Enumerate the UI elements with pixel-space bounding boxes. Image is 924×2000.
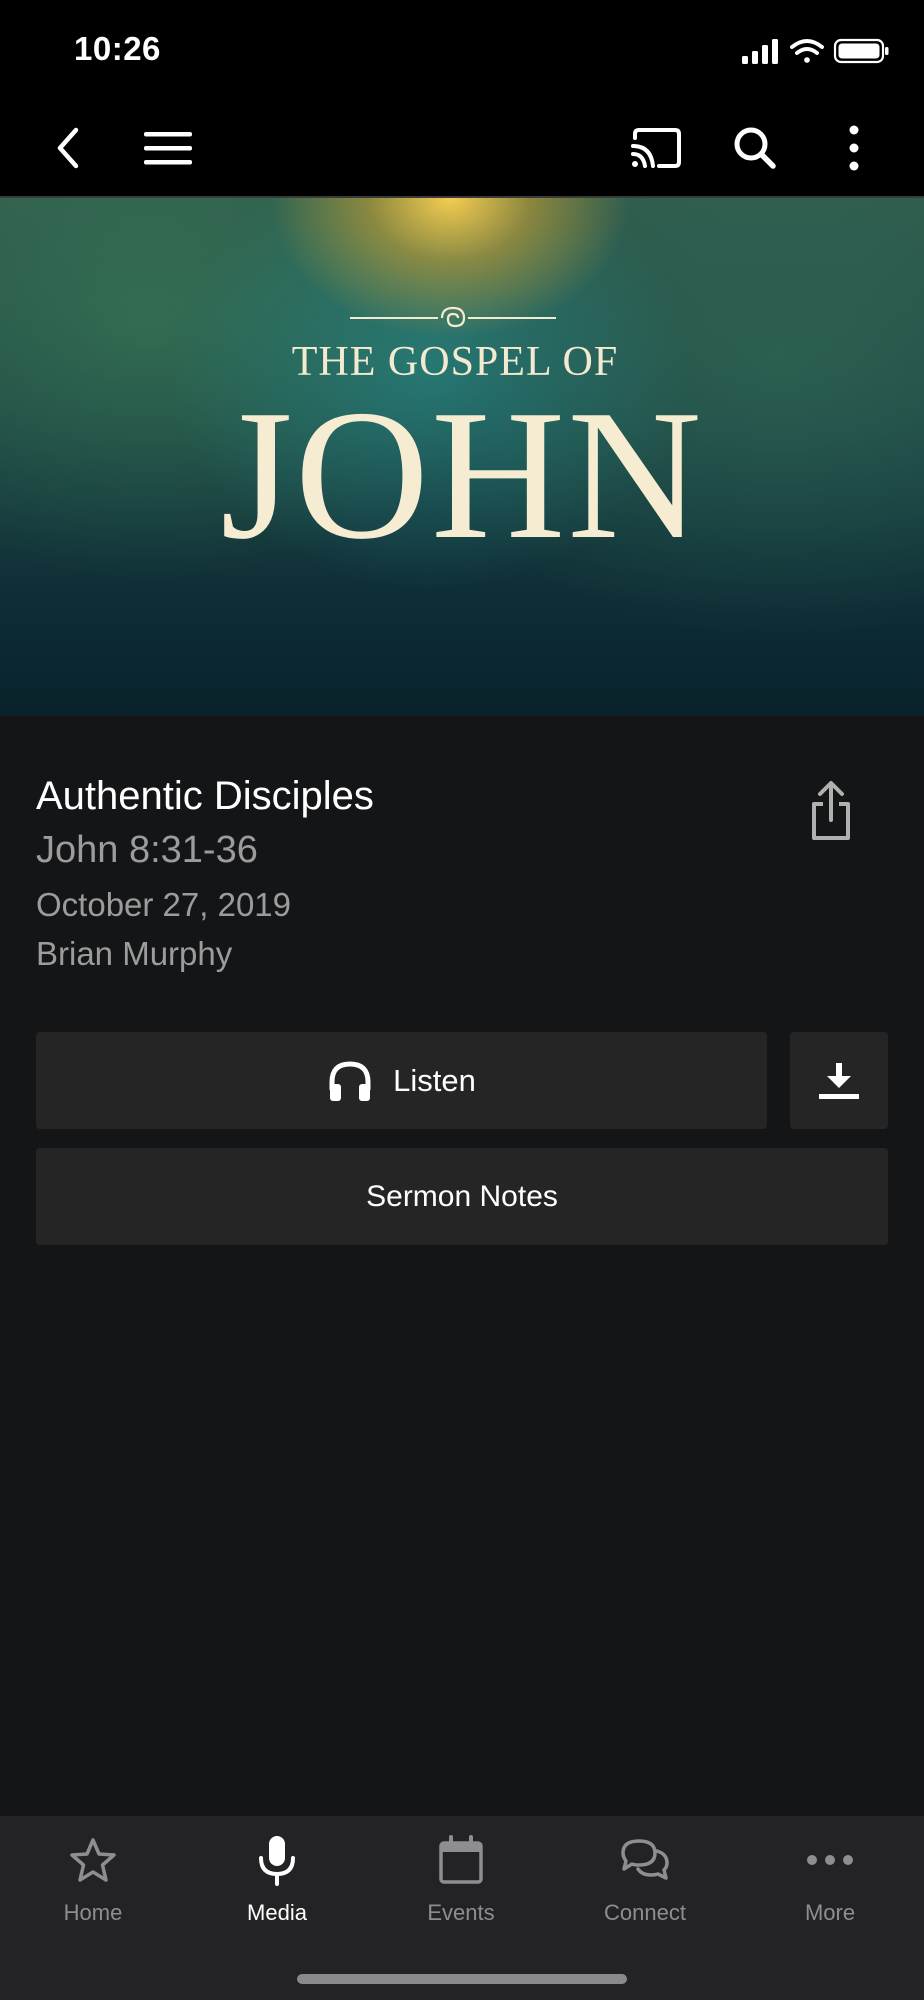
chat-bubbles-icon <box>617 1832 673 1888</box>
vertical-dots-icon <box>849 125 859 171</box>
home-indicator[interactable] <box>297 1974 627 1984</box>
menu-button[interactable] <box>140 120 196 176</box>
star-icon <box>65 1832 121 1888</box>
horizontal-dots-icon <box>802 1832 858 1888</box>
tab-more[interactable]: More <box>755 1832 905 1942</box>
share-icon <box>812 781 850 840</box>
cellular-signal-icon <box>742 39 778 64</box>
tab-connect[interactable]: Connect <box>570 1832 720 1942</box>
hamburger-menu-icon <box>144 132 192 165</box>
sermon-detail: Authentic Disciples John 8:31-36 October… <box>0 716 924 1816</box>
tab-label: Media <box>247 1900 307 1925</box>
microphone-icon <box>249 1832 305 1888</box>
listen-label: Listen <box>393 1062 476 1098</box>
tab-label: Events <box>427 1900 495 1925</box>
sermon-date: October 27, 2019 <box>36 886 292 923</box>
cast-icon <box>631 128 681 168</box>
download-icon <box>819 1062 859 1099</box>
sermon-title: Authentic Disciples <box>36 774 374 818</box>
speaker-name: Brian Murphy <box>36 935 233 972</box>
status-time: 10:26 <box>74 30 161 67</box>
search-icon <box>734 127 776 169</box>
listen-button[interactable]: Listen <box>36 1032 767 1129</box>
status-icons <box>742 36 892 66</box>
ornament-divider-icon <box>350 306 556 328</box>
top-nav-bar <box>0 100 924 198</box>
chevron-left-icon <box>57 127 79 169</box>
status-bar: 10:26 <box>0 0 924 100</box>
scripture-reference: John 8:31-36 <box>36 829 258 871</box>
tab-media[interactable]: Media <box>202 1832 352 1942</box>
download-button[interactable] <box>790 1032 888 1129</box>
tab-events[interactable]: Events <box>386 1832 536 1942</box>
more-options-button[interactable] <box>826 120 882 176</box>
series-artwork: THE GOSPEL OF JOHN <box>0 198 924 716</box>
tab-label: Home <box>63 1900 123 1925</box>
wifi-icon <box>790 39 824 63</box>
sermon-notes-button[interactable]: Sermon Notes <box>36 1148 888 1245</box>
tab-label: Connect <box>604 1900 686 1925</box>
headphones-icon <box>329 1060 371 1101</box>
battery-icon <box>833 38 889 64</box>
search-button[interactable] <box>727 120 783 176</box>
bottom-tab-bar: Home Media Events Connect More <box>0 1816 924 2000</box>
cast-button[interactable] <box>628 120 684 176</box>
sermon-notes-label: Sermon Notes <box>366 1179 558 1213</box>
calendar-icon <box>433 1832 489 1888</box>
hero-title: JOHN <box>220 372 704 578</box>
share-button[interactable] <box>806 780 856 844</box>
tab-home[interactable]: Home <box>18 1832 168 1942</box>
back-button[interactable] <box>40 120 96 176</box>
tab-label: More <box>804 1900 856 1925</box>
